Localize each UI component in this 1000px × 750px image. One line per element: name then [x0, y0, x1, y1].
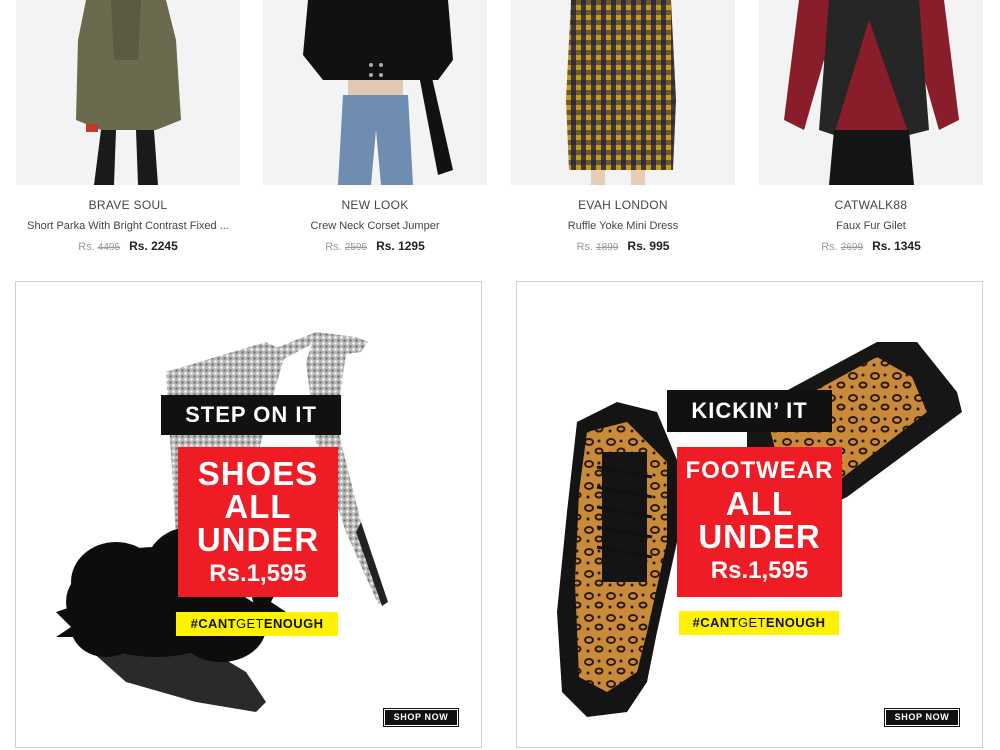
product-card-catwalk88[interactable]: CATWALK88 Faux Fur Gilet Rs. 2699 Rs. 13… [759, 0, 983, 253]
old-price: 1899 [596, 242, 619, 253]
cant-get-enough-hashtag: #CANTGETENOUGH [176, 612, 338, 636]
offer-line-1: SHOES [197, 455, 319, 492]
offer-price: Rs.1,595 [209, 560, 307, 587]
shop-now-button[interactable]: SHOP NOW [383, 708, 459, 727]
hashtag-part-2: GET [737, 615, 766, 630]
step-on-it-tag: STEP ON IT [161, 395, 341, 435]
product-card-brave-soul[interactable]: BRAVE SOUL Short Parka With Bright Contr… [16, 0, 240, 253]
old-price: 2595 [344, 242, 368, 253]
offer-line-2: ALL [224, 488, 292, 525]
old-price: 4495 [97, 242, 121, 253]
hashtag-part-3: ENOUGH [765, 615, 826, 630]
product-card-evah-london[interactable]: EVAH LONDON Ruffle Yoke Mini Dress Rs. 1… [511, 0, 735, 253]
offer-line-1: FOOTWEAR [685, 457, 834, 484]
offer-price: Rs.1,595 [710, 557, 809, 584]
hashtag-part-2: GET [235, 616, 264, 631]
cant-get-enough-hashtag: #CANTGETENOUGH [679, 611, 839, 635]
old-price: 2699 [840, 242, 864, 253]
product-name[interactable]: Faux Fur Gilet [759, 220, 983, 232]
product-brand[interactable]: EVAH LONDON [511, 198, 735, 212]
sale-price: Rs. 1345 [872, 239, 921, 253]
old-price-currency: Rs. [576, 241, 594, 253]
product-image[interactable] [759, 0, 983, 185]
offer-line-2: ALL [725, 485, 794, 522]
old-price-currency: Rs. [78, 241, 95, 253]
product-image[interactable] [16, 0, 240, 185]
hashtag-part-1: #CANT [692, 615, 738, 630]
product-prices: Rs. 2699 Rs. 1345 [759, 239, 983, 253]
product-brand[interactable]: NEW LOOK [263, 198, 487, 212]
sale-price: Rs. 2245 [129, 239, 178, 253]
shoes-offer-box: SHOES ALL UNDER Rs.1,595 [178, 447, 338, 597]
product-card-new-look[interactable]: NEW LOOK Crew Neck Corset Jumper Rs. 259… [263, 0, 487, 253]
shoes-promo-banner[interactable]: STEP ON IT SHOES ALL UNDER Rs.1,595 #CAN… [15, 281, 482, 748]
sale-price: Rs. 1295 [376, 239, 425, 253]
footwear-offer-box: FOOTWEAR ALL UNDER Rs.1,595 [677, 447, 842, 597]
footwear-promo-banner[interactable]: KICKIN’ IT FOOTWEAR ALL UNDER Rs.1,595 #… [516, 281, 983, 748]
product-name[interactable]: Short Parka With Bright Contrast Fixed .… [16, 220, 240, 232]
shop-now-button[interactable]: SHOP NOW [884, 708, 960, 727]
old-price-currency: Rs. [325, 241, 342, 253]
hashtag-part-3: ENOUGH [263, 616, 324, 631]
product-brand[interactable]: BRAVE SOUL [16, 198, 240, 212]
product-image[interactable] [511, 0, 735, 185]
product-prices: Rs. 1899 Rs. 995 [511, 239, 735, 253]
kickin-it-tag: KICKIN’ IT [667, 390, 832, 432]
product-name[interactable]: Ruffle Yoke Mini Dress [511, 220, 735, 232]
offer-line-3: UNDER [698, 518, 821, 555]
sale-price: Rs. 995 [627, 239, 670, 253]
product-image[interactable] [263, 0, 487, 185]
old-price-currency: Rs. [821, 241, 838, 253]
product-brand[interactable]: CATWALK88 [759, 198, 983, 212]
product-prices: Rs. 2595 Rs. 1295 [263, 239, 487, 253]
hashtag-part-1: #CANT [190, 616, 236, 631]
product-prices: Rs. 4495 Rs. 2245 [16, 239, 240, 253]
offer-line-3: UNDER [196, 521, 320, 558]
product-name[interactable]: Crew Neck Corset Jumper [263, 220, 487, 232]
